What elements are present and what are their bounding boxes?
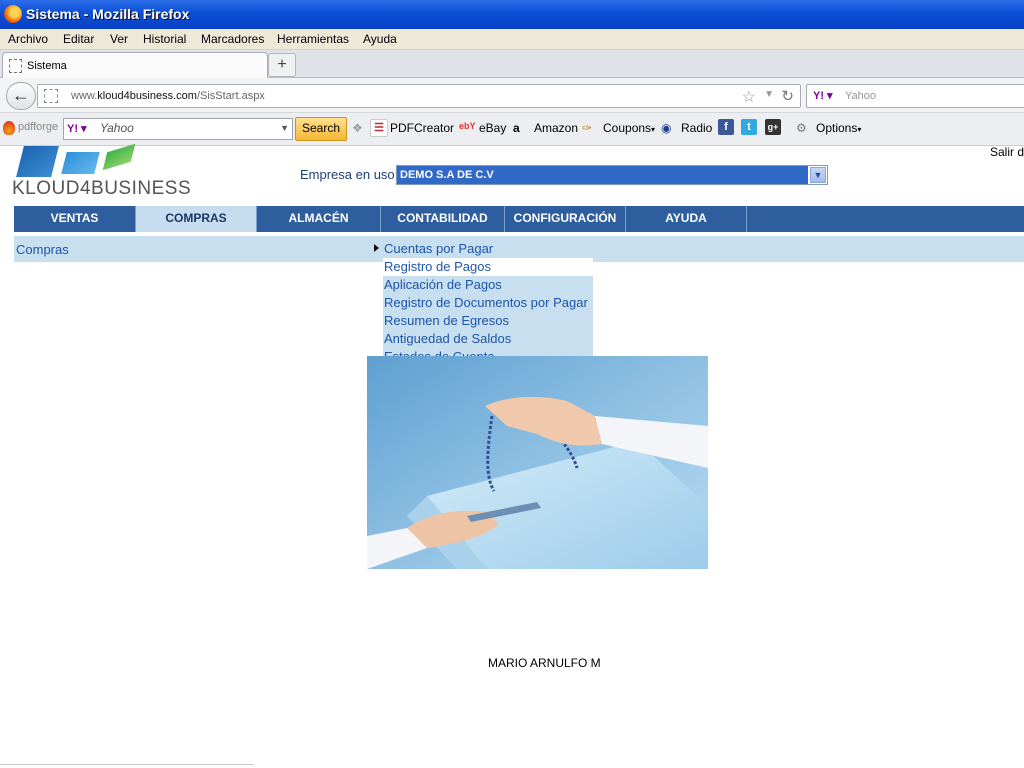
logo-bar-green (102, 143, 136, 171)
nav-compras[interactable]: COMPRAS (136, 206, 257, 232)
coupons-icon: ✑ (582, 121, 593, 135)
menu-resumen-de-egresos[interactable]: Resumen de Egresos (383, 312, 593, 330)
menu-herramientas[interactable]: Herramientas (277, 32, 349, 46)
yahoo-search-input[interactable]: Y! ▾ Yahoo ▼ (63, 118, 293, 140)
logo-bar-lightblue (61, 152, 100, 174)
menu-ver[interactable]: Ver (110, 32, 128, 46)
firefox-icon (4, 5, 22, 23)
pdfcreator-button[interactable]: PDFCreator (390, 121, 454, 135)
twitter-icon[interactable]: t (741, 119, 757, 135)
menu-editar[interactable]: Editar (63, 32, 94, 46)
section-title[interactable]: Compras (16, 242, 69, 257)
amazon-icon: a (513, 121, 520, 135)
page-icon (9, 59, 22, 73)
nav-contabilidad[interactable]: CONTABILIDAD (381, 206, 505, 232)
yahoo-logo-icon: Y! ▾ (813, 90, 833, 102)
main-navigation: VENTAS COMPRAS ALMACÉN CONTABILIDAD CONF… (14, 206, 1024, 232)
gear-icon: ⚙ (796, 121, 807, 135)
company-select[interactable]: DEMO S.A DE C.V ▼ (396, 165, 828, 185)
facebook-icon[interactable]: f (718, 119, 734, 135)
nav-ayuda[interactable]: AYUDA (626, 206, 747, 232)
submenu-arrow-icon (374, 244, 379, 252)
menu-cuentas-por-pagar[interactable]: Cuentas por Pagar (383, 240, 593, 258)
radio-icon: ◉ (661, 121, 672, 135)
menu-registro-de-pagos[interactable]: Registro de Pagos (383, 258, 593, 276)
company-label: Empresa en uso: (300, 167, 399, 182)
url-bar[interactable]: www.kloud4business.com/SisStart.aspx ☆ ▼… (37, 84, 801, 108)
tab-sistema[interactable]: Sistema (2, 52, 268, 78)
company-selected-value: DEMO S.A DE C.V (397, 166, 808, 184)
menu-aplicacion-de-pagos[interactable]: Aplicación de Pagos (383, 276, 593, 294)
url-dropdown-icon[interactable]: ▼ (764, 89, 774, 100)
options-button[interactable]: Options▾ (816, 121, 861, 135)
logo-bar-blue (16, 146, 59, 177)
site-identity-icon[interactable] (44, 89, 58, 103)
bookmark-star-icon[interactable]: ☆ (742, 87, 756, 107)
tab-label: Sistema (27, 60, 67, 72)
menu-ayuda[interactable]: Ayuda (363, 32, 397, 46)
logout-link[interactable]: Salir d (990, 145, 1024, 159)
toolbar-separator-icon: ❖ (352, 121, 363, 135)
coupons-button[interactable]: Coupons▾ (603, 121, 655, 135)
radio-button[interactable]: Radio (681, 121, 712, 135)
menu-marcadores[interactable]: Marcadores (201, 32, 264, 46)
menu-archivo[interactable]: Archivo (8, 32, 48, 46)
search-bar[interactable]: Y! ▾ Yahoo (806, 84, 1024, 108)
window-title-bar: Sistema - Mozilla Firefox (0, 0, 1024, 29)
yahoo-icon: Y! ▾ (67, 123, 87, 135)
url-text: www.kloud4business.com/SisStart.aspx (71, 90, 265, 102)
chevron-down-icon[interactable]: ▼ (280, 123, 289, 133)
status-bar-edge (0, 764, 254, 767)
nav-ventas[interactable]: VENTAS (14, 206, 136, 232)
back-button[interactable]: ← (6, 82, 36, 110)
chevron-down-icon[interactable]: ▼ (810, 167, 826, 183)
amazon-button[interactable]: Amazon (534, 121, 578, 135)
reload-icon[interactable]: ↻ (781, 87, 794, 105)
ebay-button[interactable]: eBay (479, 121, 506, 135)
user-name: MARIO ARNULFO M (488, 656, 601, 670)
logo-text: KLOUD4BUSINESS (12, 178, 192, 199)
google-plus-icon[interactable]: g+ (765, 119, 781, 135)
ebay-icon: ebY (459, 121, 476, 131)
menu-historial[interactable]: Historial (143, 32, 186, 46)
search-placeholder: Yahoo (845, 90, 876, 102)
menu-antiguedad-de-saldos[interactable]: Antiguedad de Saldos (383, 330, 593, 348)
menu-bar: Archivo Editar Ver Historial Marcadores … (0, 29, 1024, 50)
window-title: Sistema - Mozilla Firefox (26, 6, 190, 22)
shopping-bag-image (367, 356, 708, 569)
new-tab-button[interactable]: + (268, 53, 296, 77)
search-button[interactable]: Search (295, 117, 347, 141)
nav-configuracion[interactable]: CONFIGURACIÓN (505, 206, 626, 232)
pdfforge-icon (3, 121, 15, 135)
shopping-bag-illustration (367, 356, 708, 569)
menu-registro-de-documentos[interactable]: Registro de Documentos por Pagar (383, 294, 593, 312)
pdfforge-label[interactable]: pdfforge (18, 121, 58, 133)
pdfcreator-icon: ☰ (370, 119, 388, 137)
yahoo-placeholder: Yahoo (100, 121, 134, 135)
nav-almacen[interactable]: ALMACÉN (257, 206, 381, 232)
